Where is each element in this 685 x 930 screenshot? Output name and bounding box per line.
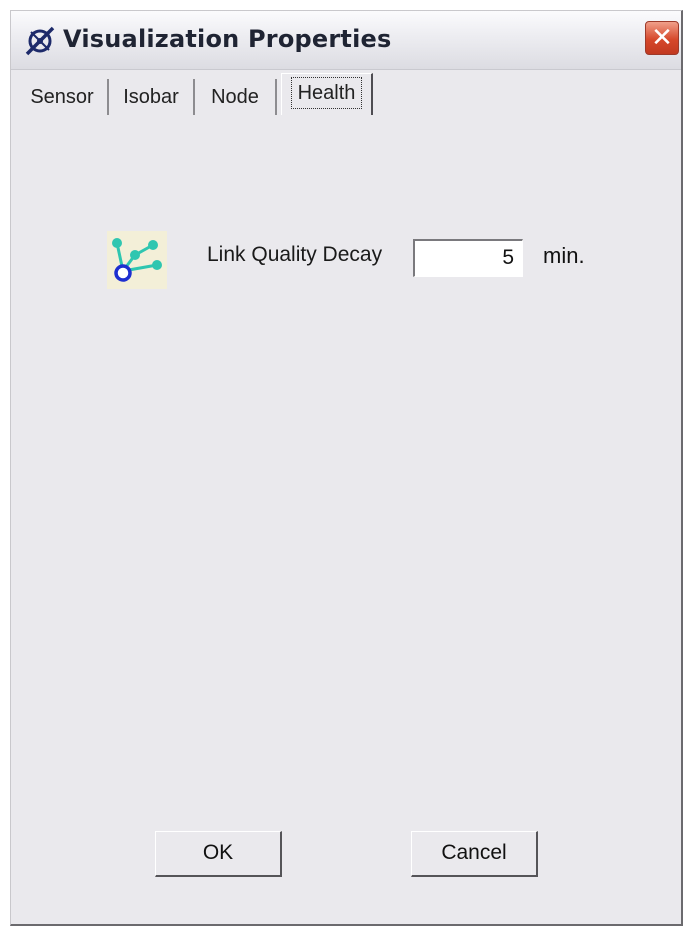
tab-health[interactable]: Health bbox=[281, 73, 373, 115]
close-button[interactable]: ✕ bbox=[645, 21, 679, 55]
unit-label: min. bbox=[543, 243, 585, 268]
link-quality-decay-label: Link Quality Decay bbox=[207, 243, 383, 266]
cancel-button[interactable]: Cancel bbox=[411, 831, 538, 877]
tab-health-label: Health bbox=[290, 77, 363, 109]
network-links-icon bbox=[107, 231, 167, 289]
health-panel: Link Quality Decay 5 min. OK Cancel bbox=[11, 115, 681, 924]
properties-dialog: Visualization Properties ✕ Sensor Isobar… bbox=[10, 10, 683, 926]
ok-button[interactable]: OK bbox=[155, 831, 282, 877]
link-quality-decay-input[interactable]: 5 bbox=[413, 239, 523, 277]
window-title: Visualization Properties bbox=[63, 25, 392, 53]
app-logo-icon bbox=[25, 26, 55, 56]
tab-node[interactable]: Node bbox=[195, 79, 277, 115]
tab-sensor[interactable]: Sensor bbox=[17, 79, 109, 115]
tab-strip: Sensor Isobar Node Health bbox=[17, 71, 681, 115]
title-bar[interactable]: Visualization Properties ✕ bbox=[11, 11, 681, 70]
tab-isobar[interactable]: Isobar bbox=[109, 79, 195, 115]
